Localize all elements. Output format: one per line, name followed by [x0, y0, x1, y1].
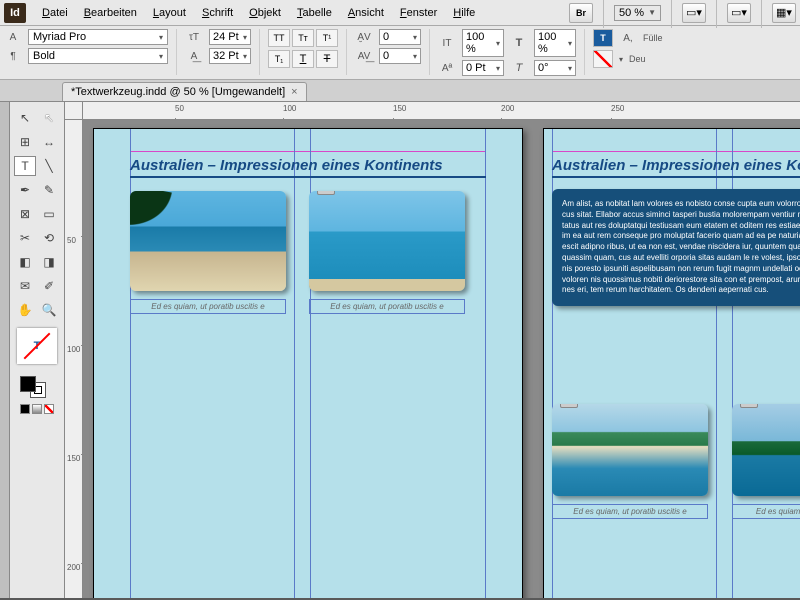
free-transform-tool[interactable]: ⟲ — [38, 228, 60, 248]
menu-layout[interactable]: Layout — [145, 3, 194, 23]
menu-schrift[interactable]: Schrift — [194, 3, 241, 23]
strikethrough-button[interactable]: T — [316, 50, 338, 68]
para-format-icon[interactable]: ¶ — [4, 48, 22, 64]
gap-tool[interactable]: ↔ — [38, 132, 60, 152]
toolbox: ↖↖ ⊞↔ T╲ ✒✎ ⊠▭ ✂⟲ ◧◨ ✉✐ ✋🔍 T — [10, 102, 65, 598]
baseline-shift-icon: Aª — [438, 60, 456, 76]
page-title: Australien – Impressionen eines Kontinen… — [130, 157, 486, 178]
document-tab[interactable]: *Textwerkzeug.indd @ 50 % [Umgewandelt] … — [62, 82, 307, 101]
line-tool[interactable]: ╲ — [38, 156, 60, 176]
gradient-feather-tool[interactable]: ◨ — [38, 252, 60, 272]
body-text-frame[interactable]: Am alist, as nobitat lam volores es nobi… — [552, 189, 800, 306]
rectangle-frame-tool[interactable]: ⊠ — [14, 204, 36, 224]
menu-fenster[interactable]: Fenster — [392, 3, 445, 23]
hand-tool[interactable]: ✋ — [14, 300, 36, 320]
hscale-input[interactable]: 100 %▾ — [534, 29, 576, 57]
font-size-input[interactable]: 24 Pt▾ — [209, 29, 251, 45]
image-frame-1[interactable] — [130, 191, 286, 291]
menu-objekt[interactable]: Objekt — [241, 3, 289, 23]
vscale-input[interactable]: 100 %▾ — [462, 29, 504, 57]
fill-label: A, — [619, 30, 637, 46]
kerning-icon: A̮V — [355, 29, 373, 45]
image-frame-3[interactable] — [552, 404, 708, 496]
document-tab-title: *Textwerkzeug.indd @ 50 % [Umgewandelt] — [71, 86, 285, 98]
leading-input[interactable]: 32 Pt▾ — [209, 48, 251, 64]
bridge-button[interactable]: Br — [569, 3, 593, 23]
char-format-icon[interactable]: A — [4, 29, 22, 45]
underline-button[interactable]: T — [292, 50, 314, 68]
dock-strip[interactable] — [0, 102, 10, 598]
type-tool-large[interactable]: T — [17, 328, 57, 364]
apply-none-button[interactable] — [44, 404, 54, 414]
skew-input[interactable]: 0°▾ — [534, 60, 576, 76]
allcaps-button[interactable]: TT — [268, 29, 290, 47]
gradient-swatch-tool[interactable]: ◧ — [14, 252, 36, 272]
page-title-right: Australien – Impressionen eines Konti — [552, 157, 800, 178]
subscript-button[interactable]: T₁ — [268, 50, 290, 68]
arrange-button[interactable]: ▦▾ — [772, 3, 796, 23]
default-colors-button[interactable] — [20, 404, 30, 414]
font-weight-select[interactable]: Bold▾ — [28, 48, 168, 64]
superscript-button[interactable]: T¹ — [316, 29, 338, 47]
stroke-color-button[interactable] — [593, 50, 613, 68]
menu-ansicht[interactable]: Ansicht — [340, 3, 392, 23]
pen-tool[interactable]: ✒ — [14, 180, 36, 200]
zoom-tool[interactable]: 🔍 — [38, 300, 60, 320]
tracking-icon: AV͟ — [355, 48, 373, 64]
control-panel: A Myriad Pro▾ ¶ Bold▾ τT 24 Pt▾ A͟ 32 Pt… — [0, 26, 800, 80]
menu-hilfe[interactable]: Hilfe — [445, 3, 483, 23]
image-frame-4[interactable]: ? — [732, 404, 800, 496]
rectangle-tool[interactable]: ▭ — [38, 204, 60, 224]
vertical-ruler[interactable]: 50 100 150 200 — [65, 120, 83, 598]
fill-swatch[interactable] — [20, 376, 36, 392]
note-tool[interactable]: ✉ — [14, 276, 36, 296]
kerning-input[interactable]: 0▾ — [379, 29, 421, 45]
app-logo: Id — [4, 3, 26, 23]
zoom-select[interactable]: 50 %▼ — [614, 5, 661, 21]
selection-tool[interactable]: ↖ — [14, 108, 36, 128]
caption-2[interactable]: Ed es quiam, ut poratib uscitis e — [309, 299, 465, 314]
pencil-tool[interactable]: ✎ — [38, 180, 60, 200]
document-page-right[interactable]: Australien – Impressionen eines Konti Am… — [543, 128, 800, 598]
page-tool[interactable]: ⊞ — [14, 132, 36, 152]
caption-4[interactable]: Ed es quiam, ut poratib — [732, 504, 800, 519]
skew-icon: T — [510, 60, 528, 76]
hscale-icon: T — [510, 35, 528, 51]
direct-selection-tool[interactable]: ↖ — [38, 108, 60, 128]
smallcaps-button[interactable]: Tᴛ — [292, 29, 314, 47]
font-family-select[interactable]: Myriad Pro▾ — [28, 29, 168, 45]
menu-bearbeiten[interactable]: Bearbeiten — [76, 3, 145, 23]
leading-icon: A͟ — [185, 48, 203, 64]
fill-color-button[interactable]: T — [593, 29, 613, 47]
font-size-icon: τT — [185, 29, 203, 45]
canvas-area[interactable]: 50 100 150 200 250 50 100 150 200 Austra… — [65, 102, 800, 598]
scissors-tool[interactable]: ✂ — [14, 228, 36, 248]
caption-3[interactable]: Ed es quiam, ut poratib uscitis e — [552, 504, 708, 519]
apply-color-button[interactable] — [32, 404, 42, 414]
ruler-origin[interactable] — [65, 102, 83, 120]
vscale-icon: IT — [438, 35, 456, 51]
image-frame-2[interactable] — [309, 191, 465, 291]
horizontal-ruler[interactable]: 50 100 150 200 250 — [83, 102, 800, 120]
menu-datei[interactable]: Datei — [34, 3, 76, 23]
close-tab-button[interactable]: × — [291, 86, 297, 98]
baseline-shift-input[interactable]: 0 Pt▾ — [462, 60, 504, 76]
view-options-button[interactable]: ▭▾ — [682, 3, 706, 23]
screen-mode-button[interactable]: ▭▾ — [727, 3, 751, 23]
type-tool[interactable]: T — [14, 156, 36, 176]
menu-tabelle[interactable]: Tabelle — [289, 3, 340, 23]
tracking-input[interactable]: 0▾ — [379, 48, 421, 64]
color-swatches[interactable] — [13, 376, 61, 398]
document-page-left[interactable]: Australien – Impressionen eines Kontinen… — [93, 128, 523, 598]
caption-1[interactable]: Ed es quiam, ut poratib uscitis e — [130, 299, 286, 314]
eyedropper-tool[interactable]: ✐ — [38, 276, 60, 296]
